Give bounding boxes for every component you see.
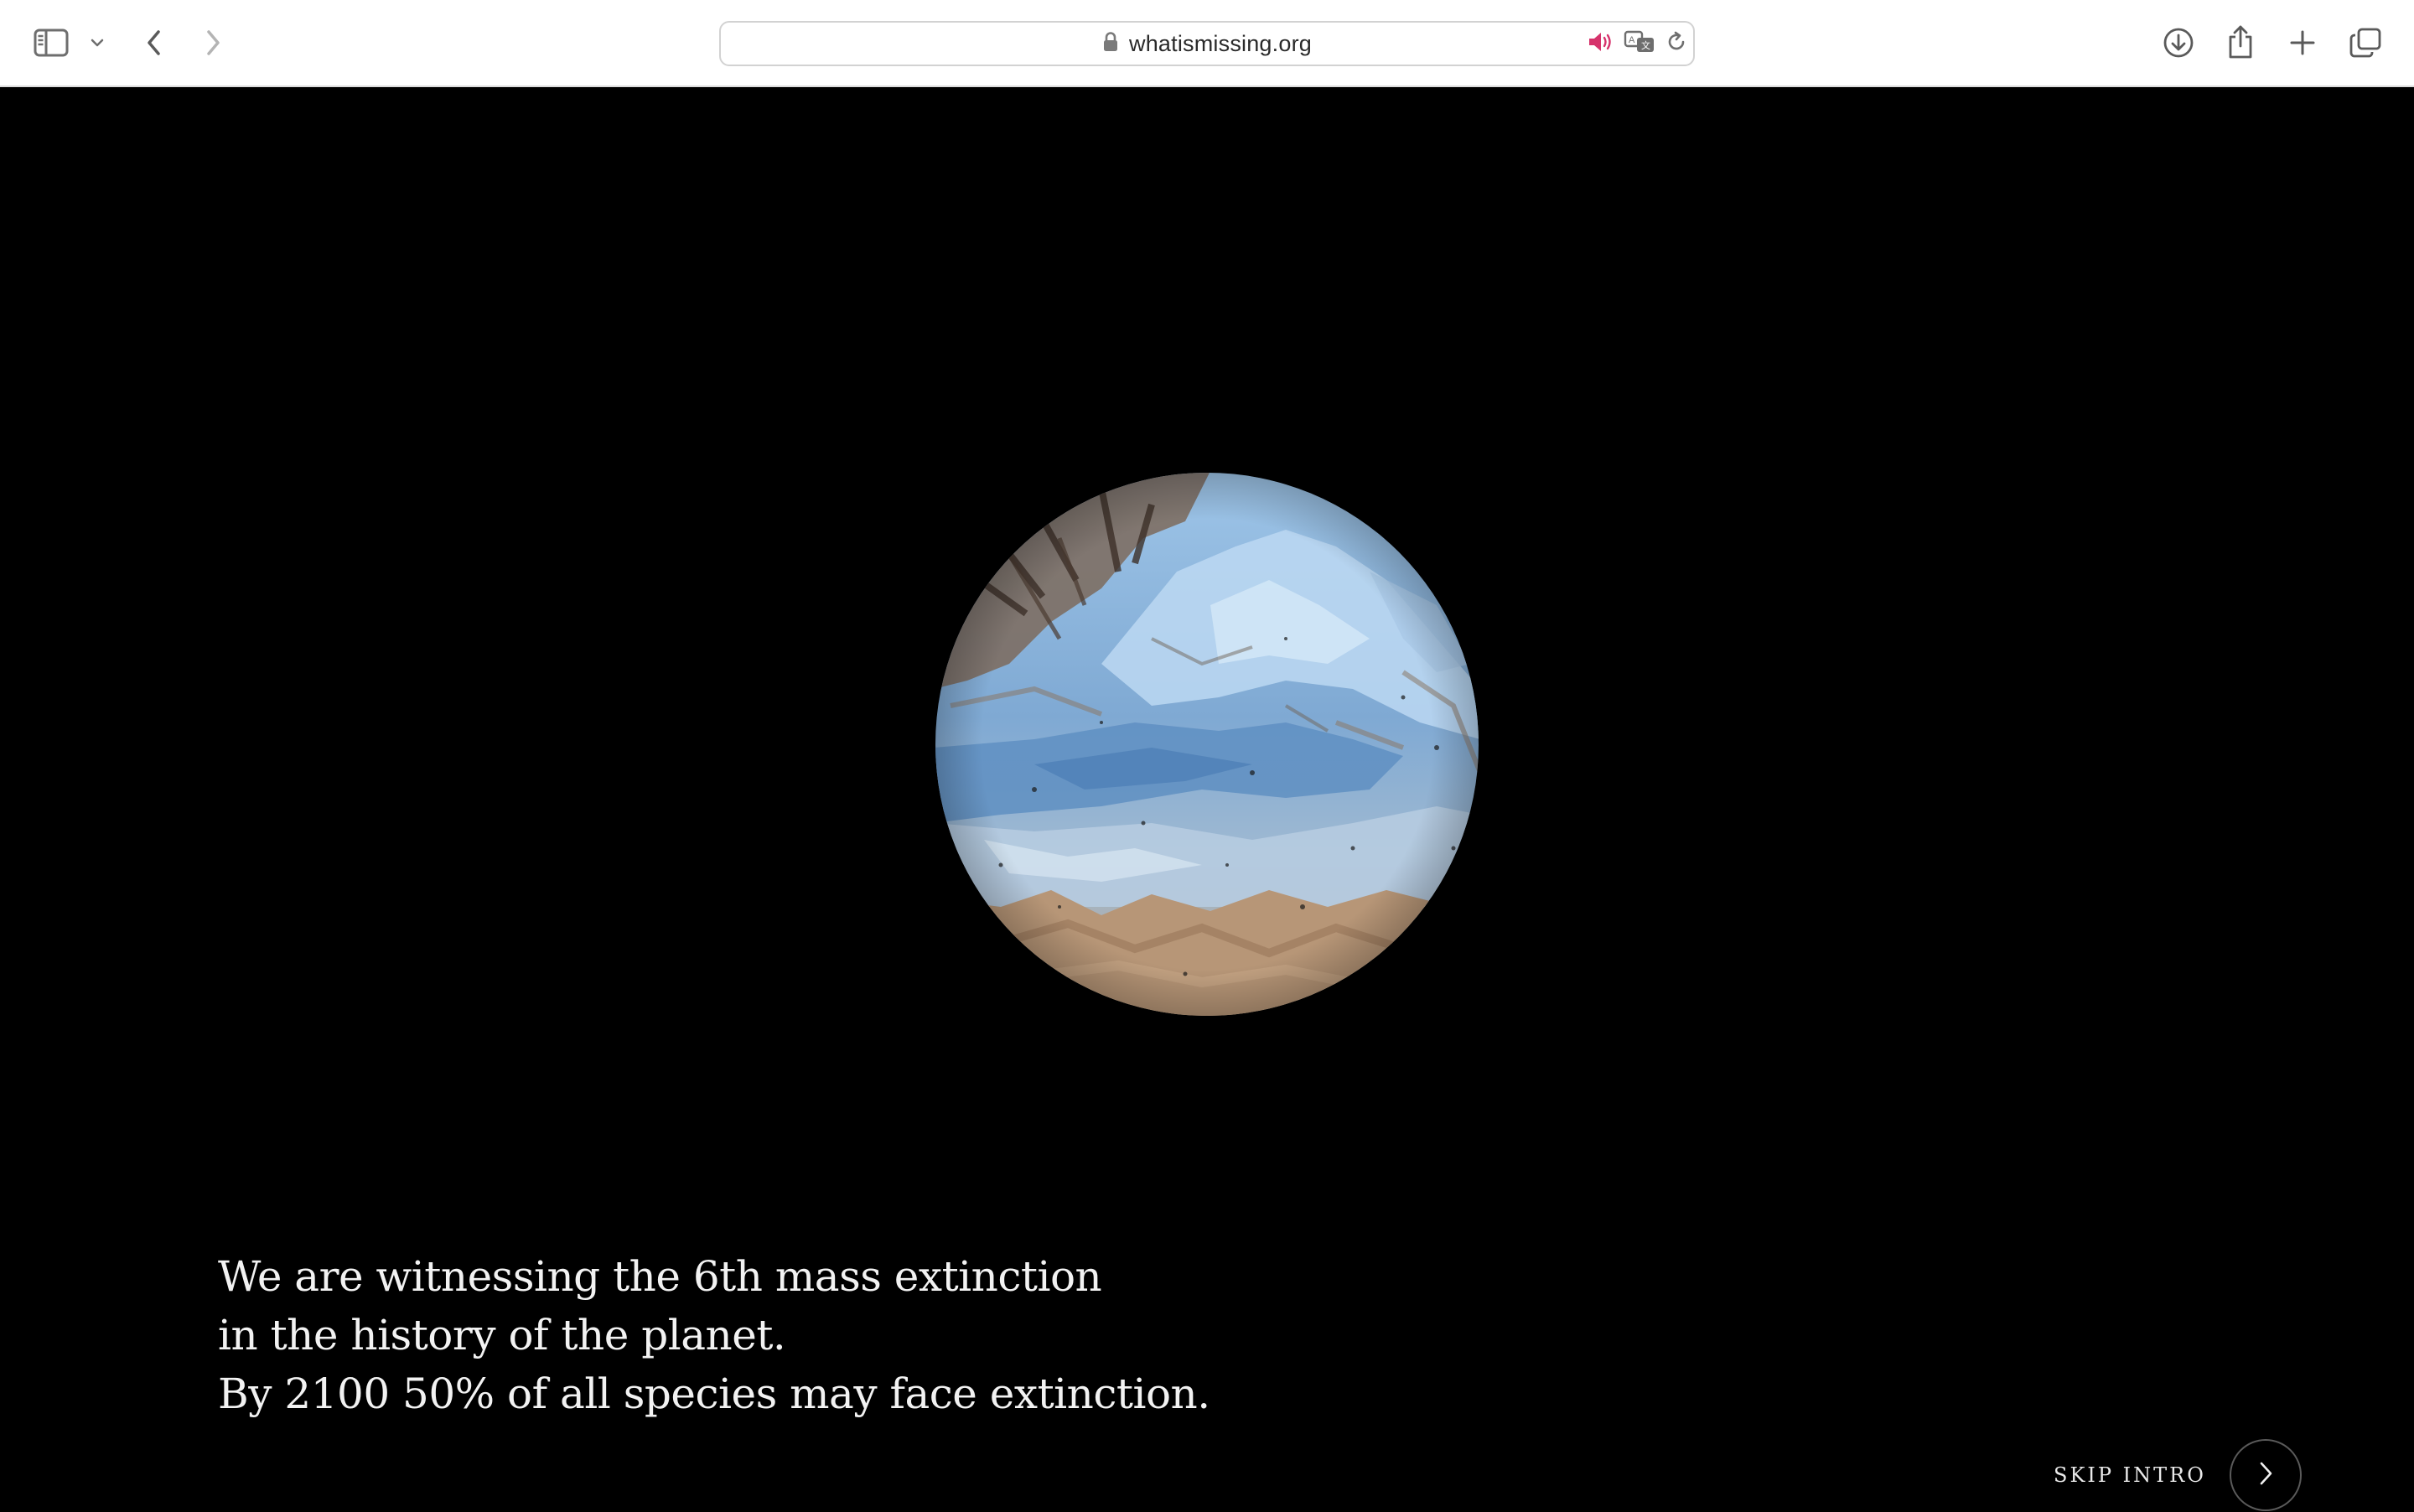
back-button[interactable] [139, 23, 169, 62]
skip-intro-button[interactable]: SKIP INTRO [2054, 1438, 2302, 1512]
share-icon [2225, 23, 2256, 60]
translate-icon: A 文 [1624, 29, 1657, 59]
chevron-left-icon [145, 28, 163, 57]
reload-button[interactable] [1663, 23, 1690, 65]
audio-button[interactable] [1586, 23, 1616, 65]
forward-button[interactable] [198, 23, 228, 62]
address-center: whatismissing.org [721, 23, 1693, 65]
browser-toolbar: whatismissing.org A 文 [0, 0, 2414, 87]
new-tab-button[interactable] [2285, 25, 2320, 60]
sidebar-icon [34, 28, 69, 57]
svg-text:A: A [1629, 35, 1635, 45]
skip-intro-arrow-button[interactable] [2229, 1439, 2302, 1511]
speaker-icon [1587, 30, 1615, 58]
intro-line-3: By 2100 50% of all species may face exti… [218, 1370, 1210, 1418]
intro-line-1: We are witnessing the 6th mass extinctio… [218, 1252, 1102, 1301]
share-button[interactable] [2223, 22, 2258, 62]
skip-intro-label[interactable]: SKIP INTRO [2054, 1463, 2206, 1487]
chevron-right-icon [204, 28, 222, 57]
lock-icon [1102, 31, 1119, 57]
address-bar[interactable]: whatismissing.org A 文 [719, 21, 1695, 66]
sidebar-toggle-button[interactable] [30, 23, 72, 62]
intro-page: We are witnessing the 6th mass extinctio… [0, 89, 2414, 1512]
svg-text:文: 文 [1641, 39, 1650, 51]
downloads-button[interactable] [2159, 23, 2198, 62]
intro-line-2: in the history of the planet. [218, 1311, 786, 1359]
chevron-right-icon [2256, 1460, 2275, 1491]
reload-icon [1665, 30, 1688, 58]
download-icon [2162, 26, 2195, 60]
address-url[interactable]: whatismissing.org [1129, 31, 1312, 57]
planet-glacier-image [934, 471, 1480, 1017]
plus-icon [2289, 29, 2316, 56]
translate-button[interactable]: A 文 [1623, 23, 1658, 65]
intro-text: We are witnessing the 6th mass extinctio… [218, 1247, 1475, 1423]
tabs-icon [2349, 27, 2382, 59]
sidebar-menu-button[interactable] [87, 32, 107, 54]
tab-overview-button[interactable] [2347, 25, 2384, 60]
chevron-down-icon [91, 38, 104, 48]
